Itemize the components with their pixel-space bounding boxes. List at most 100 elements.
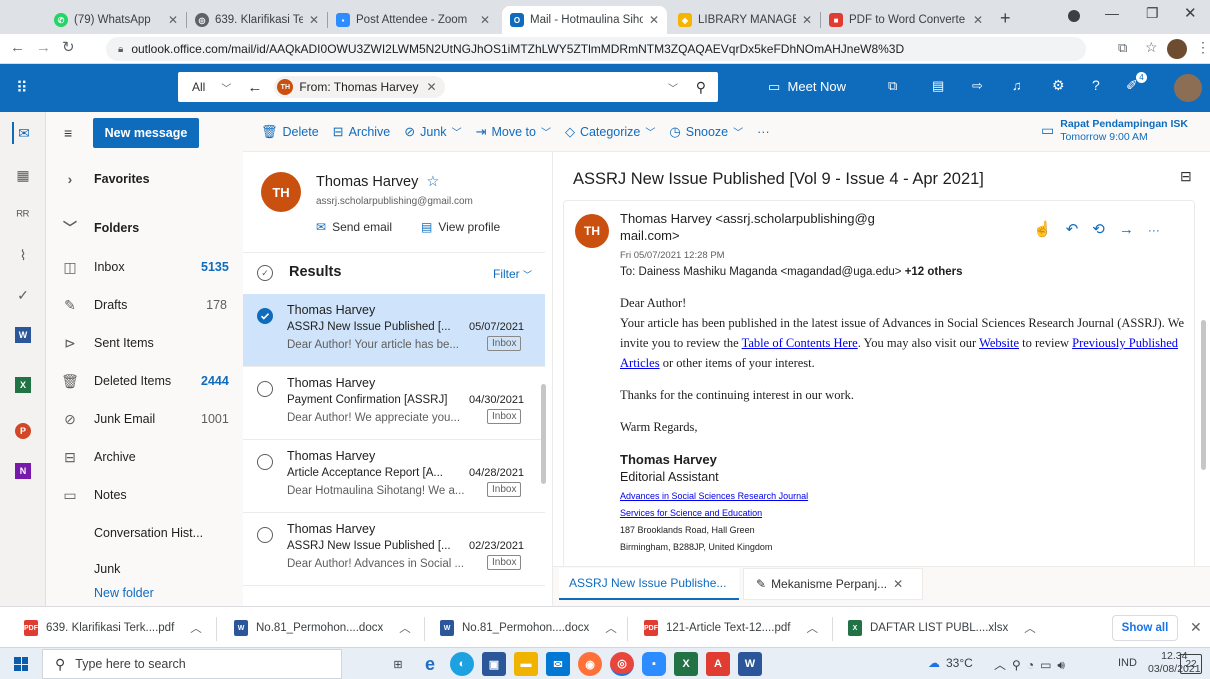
upcoming-reminder[interactable]: ▭ Rapat Pendampingan ISK Tomorrow 9:00 A… <box>1041 118 1188 144</box>
chrome-icon[interactable]: ◎ <box>610 652 634 676</box>
view-profile-button[interactable]: ▤ View profile <box>421 220 500 234</box>
close-tab-icon[interactable]: ✕ <box>802 13 812 27</box>
journal-link[interactable]: Advances in Social Sciences Research Jou… <box>620 491 808 501</box>
calendar-icon[interactable]: ▦ <box>12 164 34 186</box>
browser-tab-klarifikasi[interactable]: ◎ 639. Klarifikasi Terkait ✕ <box>187 6 327 34</box>
folder-deleted-items[interactable]: 🗑︎ Deleted Items 2444 <box>46 362 243 400</box>
firefox-icon[interactable]: ◉ <box>578 652 602 676</box>
tab-search-icon[interactable] <box>1068 10 1080 22</box>
excel-icon[interactable]: X <box>12 374 34 396</box>
teams-icon[interactable]: ⧉ <box>888 78 897 94</box>
browser-tab-whatsapp[interactable]: ✆ (79) WhatsApp ✕ <box>46 6 186 34</box>
immersive-reader-icon[interactable]: ⊟ <box>1180 168 1192 185</box>
word-app-icon[interactable]: W <box>738 652 762 676</box>
minimize-icon[interactable]: — <box>1105 5 1119 21</box>
delete-button[interactable]: 🗑︎ Delete <box>261 124 319 140</box>
gear-icon[interactable]: ⚙ <box>1052 77 1065 94</box>
chevron-up-icon[interactable]: ︿ <box>399 620 411 636</box>
system-tray[interactable]: ︿⚲◔▭🔊︎ <box>994 656 1071 673</box>
new-folder-link[interactable]: New folder <box>46 586 243 606</box>
hamburger-icon[interactable]: ≡ <box>64 125 72 141</box>
windows-start-icon[interactable] <box>14 657 28 671</box>
profile-avatar[interactable] <box>1167 39 1187 59</box>
close-tab-icon[interactable]: ✕ <box>649 13 659 27</box>
services-link[interactable]: Services for Science and Education <box>620 508 808 518</box>
acrobat-icon[interactable]: A <box>706 652 730 676</box>
bottom-tab-current[interactable]: ASSRJ New Issue Publishe... <box>559 568 739 600</box>
folder-archive[interactable]: ⊟ Archive <box>46 438 243 476</box>
app-launcher-icon[interactable]: ⠿ <box>16 78 28 98</box>
window-close-icon[interactable]: ✕ <box>1184 4 1197 22</box>
task-view-icon[interactable]: ⊞ <box>386 652 410 676</box>
zoom-app-icon[interactable]: ▪ <box>642 652 666 676</box>
more-icon[interactable]: ··· <box>1148 223 1160 237</box>
message-checkbox[interactable] <box>257 308 273 324</box>
reply-all-icon[interactable]: ⟲ <box>1092 221 1119 238</box>
address-bar[interactable]: 🔒︎ outlook.office.com/mail/id/AAQkADI0OW… <box>106 37 1086 61</box>
message-checkbox[interactable] <box>257 527 273 543</box>
word-icon[interactable]: W <box>12 324 34 346</box>
message-item[interactable]: Thomas Harvey ASSRJ New Issue Published … <box>243 294 545 367</box>
download-item[interactable]: W No.81_Permohon....docx ︿ <box>234 615 411 641</box>
message-item[interactable]: Thomas Harvey ASSRJ New Issue Published … <box>243 513 545 586</box>
sender-address[interactable]: Thomas Harvey <assrj.scholarpublishing@g… <box>620 210 875 244</box>
bottom-tab-draft[interactable]: ✎ Mekanisme Perpanj... ✕ <box>743 568 923 600</box>
download-item[interactable]: PDF 121-Article Text-12....pdf ︿ <box>644 615 818 641</box>
clear-filter-icon[interactable]: ✕ <box>426 80 436 94</box>
folder-notes[interactable]: ▭ Notes <box>46 476 243 514</box>
message-item[interactable]: Thomas Harvey Payment Confirmation [ASSR… <box>243 367 545 440</box>
categorize-button[interactable]: ◇ Categorize ﹀ <box>565 124 655 140</box>
mail-icon[interactable]: ✉ <box>12 122 34 144</box>
mail-app-icon[interactable]: ✉ <box>546 652 570 676</box>
onenote-icon[interactable]: N <box>12 460 34 482</box>
list-scrollbar[interactable] <box>541 384 546 484</box>
download-item[interactable]: X DAFTAR LIST PUBL....xlsx ︿ <box>848 615 1036 641</box>
new-message-button[interactable]: New message <box>93 118 199 148</box>
close-icon[interactable]: ✕ <box>893 577 903 591</box>
send-email-button[interactable]: ✉ Send email <box>316 220 392 234</box>
website-link[interactable]: Website <box>979 336 1019 350</box>
favorites-toggle[interactable]: › Favorites <box>46 160 243 198</box>
close-tab-icon[interactable]: ✕ <box>973 13 983 27</box>
store-icon[interactable]: ▣ <box>482 652 506 676</box>
search-scope-label[interactable]: All <box>192 80 205 94</box>
message-item[interactable]: Thomas Harvey Article Acceptance Report … <box>243 440 545 513</box>
user-avatar[interactable] <box>1174 74 1202 102</box>
table-of-contents-link[interactable]: Table of Contents Here <box>742 336 858 350</box>
browser-tab-pdfconverter[interactable]: ■ PDF to Word Converte ✕ <box>821 6 991 34</box>
reading-scrollbar[interactable] <box>1201 320 1206 470</box>
back-icon[interactable]: ← <box>10 39 25 56</box>
restore-icon[interactable]: ❐ <box>1146 5 1159 22</box>
folder-junk[interactable]: Junk <box>46 550 243 588</box>
folder-sent-items[interactable]: ⊳ Sent Items <box>46 324 243 362</box>
bell-icon[interactable]: ♫ <box>1012 78 1022 93</box>
search-filter-pill[interactable]: TH From: Thomas Harvey ✕ <box>274 76 445 98</box>
excel-app-icon[interactable]: X <box>674 652 698 676</box>
download-item[interactable]: PDF 639. Klarifikasi Terk....pdf ︿ <box>24 615 202 641</box>
new-tab-button[interactable]: + <box>1000 8 1011 29</box>
browser-tab-zoom[interactable]: ▪ Post Attendee - Zoom ✕ <box>328 6 498 34</box>
message-checkbox[interactable] <box>257 454 273 470</box>
archive-button[interactable]: ⊟ Archive <box>333 124 391 140</box>
move-to-button[interactable]: ⇥ Move to ﹀ <box>476 124 551 140</box>
filter-button[interactable]: Filter ﹀ <box>493 267 532 281</box>
close-downloads-icon[interactable]: ✕ <box>1190 619 1202 636</box>
folder-junk-email[interactable]: ⊘ Junk Email 1001 <box>46 400 243 438</box>
folder-drafts[interactable]: ✎ Drafts 178 <box>46 286 243 324</box>
weather-widget[interactable]: ☁ 33°C <box>928 656 973 670</box>
my-day-icon[interactable]: ⇨ <box>972 78 983 94</box>
chevron-up-icon[interactable]: ︿ <box>190 620 202 636</box>
todo-icon[interactable]: ✓ <box>12 284 34 306</box>
reload-icon[interactable]: ↻ <box>62 38 75 56</box>
chevron-up-icon[interactable]: ︿ <box>806 620 818 636</box>
folder-conversation-history[interactable]: Conversation Hist... <box>46 514 243 552</box>
powerpoint-icon[interactable]: P <box>12 420 34 442</box>
bookmark-star-icon[interactable]: ☆ <box>1145 39 1158 56</box>
message-checkbox[interactable] <box>257 381 273 397</box>
reply-icon[interactable]: ↶ <box>1066 221 1093 238</box>
star-icon[interactable]: ☆ <box>426 174 439 190</box>
browser-tab-library[interactable]: ◈ LIBRARY MANAGEMEI ✕ <box>670 6 820 34</box>
select-all-checkbox[interactable]: ✓ <box>257 265 273 281</box>
forward-icon[interactable]: → <box>1119 221 1148 238</box>
chevron-down-icon[interactable]: ﹀ <box>221 80 231 95</box>
